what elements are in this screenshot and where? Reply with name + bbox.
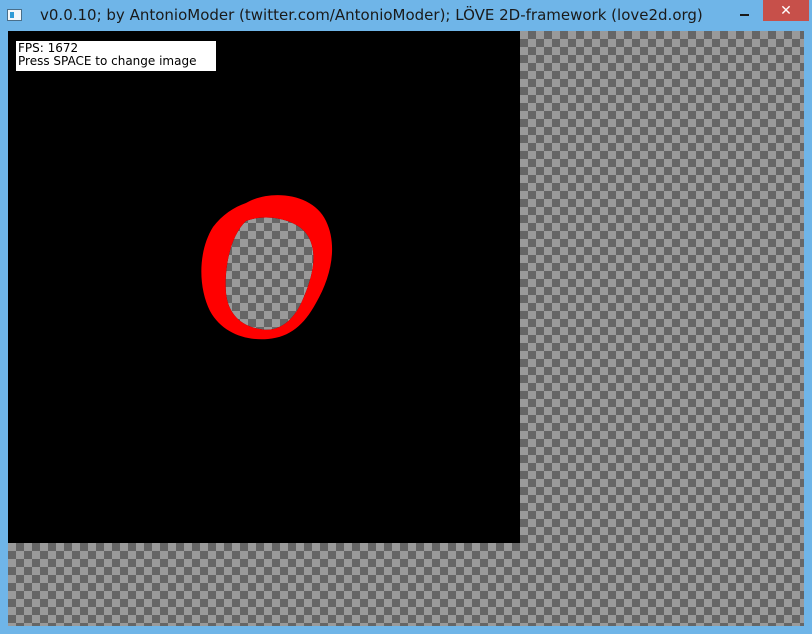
app-window: v0.0.10; by AntonioModer (twitter.com/An… — [0, 0, 812, 634]
minimize-icon — [739, 14, 749, 16]
render-area[interactable]: FPS: 1672 Press SPACE to change image — [8, 31, 804, 626]
black-canvas — [8, 31, 520, 543]
close-button[interactable]: ✕ — [763, 0, 809, 21]
title-bar[interactable]: v0.0.10; by AntonioModer (twitter.com/An… — [0, 0, 812, 31]
debug-overlay: FPS: 1672 Press SPACE to change image — [16, 41, 216, 71]
app-icon[interactable] — [7, 9, 22, 21]
window-title: v0.0.10; by AntonioModer (twitter.com/An… — [40, 6, 703, 24]
minimize-button[interactable] — [731, 0, 757, 22]
space-hint: Press SPACE to change image — [18, 54, 197, 68]
